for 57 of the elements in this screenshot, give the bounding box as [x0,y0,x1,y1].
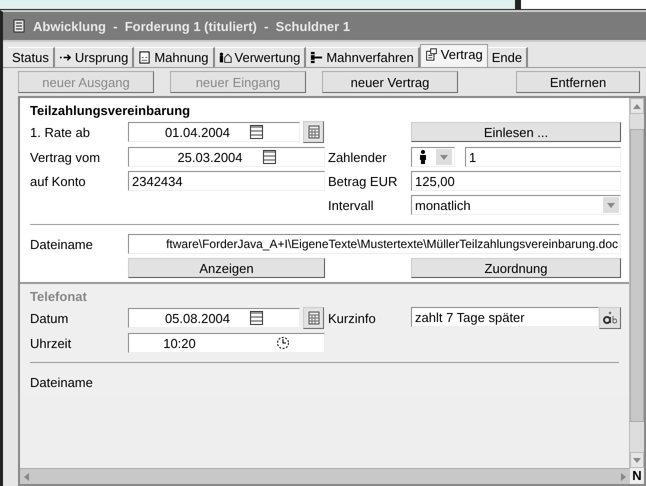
tab[interactable]: Verwertung [214,47,306,67]
section-heading: Teilzahlungsvereinbarung [30,103,192,120]
field-label: Zahlender [328,150,388,164]
field-label: Betrag EUR [328,174,398,188]
field-label: Datum [30,310,70,326]
scroll-up-icon[interactable] [633,104,641,108]
horizontal-scrollbar[interactable] [20,468,630,484]
date-field[interactable]: 01.04.2004 [128,122,300,142]
tab[interactable]: Mahnung [134,47,215,67]
grid-icon [308,311,320,325]
amount-field[interactable]: 125,00 [411,171,621,191]
field-label: Kurzinfo [328,310,377,326]
show-button[interactable]: Anzeigen [128,258,325,278]
tab[interactable]: Ende [488,47,528,67]
read-button[interactable]: Einlesen ... [411,122,621,142]
document-icon [13,19,25,33]
grid-icon [308,125,320,139]
payer-field[interactable]: 1 [465,147,621,167]
field-label: auf Konto [30,174,87,188]
tab[interactable]: Mahnverfahren [306,47,420,67]
field-label: Uhrzeit [30,336,72,350]
spellcheck-button[interactable] [599,307,621,329]
text-format-icon [603,311,617,325]
scroll-down-icon[interactable] [633,458,641,462]
interval-dropdown[interactable]: monatlich [411,195,621,215]
time-field[interactable]: 10:20 [128,333,325,353]
action-button[interactable]: Entfernen [516,71,640,93]
account-field[interactable]: 2342434 [128,171,325,191]
action-button[interactable]: neuer Vertrag [322,71,458,93]
section-heading: Telefonat [30,289,88,306]
field-label: Vertrag vom [30,150,102,164]
phone-icon [424,48,438,61]
calendar-button[interactable] [303,307,324,329]
file-path-field[interactable]: ftware\ForderJava_A+I\EigeneTexte\Mustertexte\MüllerTeilzahlungsvereinbarung.doc [128,234,621,254]
vertical-scrollbar[interactable] [629,98,644,468]
field-label: 1. Rate ab [30,124,91,140]
scroll-left-icon[interactable] [24,472,29,480]
date-field[interactable]: 05.08.2004 [128,308,300,328]
caret-icon [607,202,615,208]
person-dropdown[interactable] [411,147,455,167]
tab[interactable]: Ursprung [54,47,134,67]
scroll-right-icon[interactable] [621,472,626,480]
calendar-button[interactable] [303,121,324,143]
assign-button[interactable]: Zuordnung [411,258,621,278]
date-field[interactable]: 25.03.2004 [128,147,325,167]
clock-icon [276,336,290,350]
person-icon [418,150,428,164]
field-label: Intervall [328,198,375,212]
field-label: Dateiname [30,236,94,252]
window-title: Abwicklung - Forderung 1 (tituliert) - Schuldner 1 [33,18,350,34]
caret-icon [440,154,448,160]
corner-label: N [630,468,644,484]
tab[interactable]: Status [8,47,55,67]
field-label: Dateiname [30,374,94,392]
people-house-icon [218,51,232,64]
note-field[interactable]: zahlt 7 Tage später [411,307,599,327]
tab[interactable]: Vertrag [420,44,488,67]
